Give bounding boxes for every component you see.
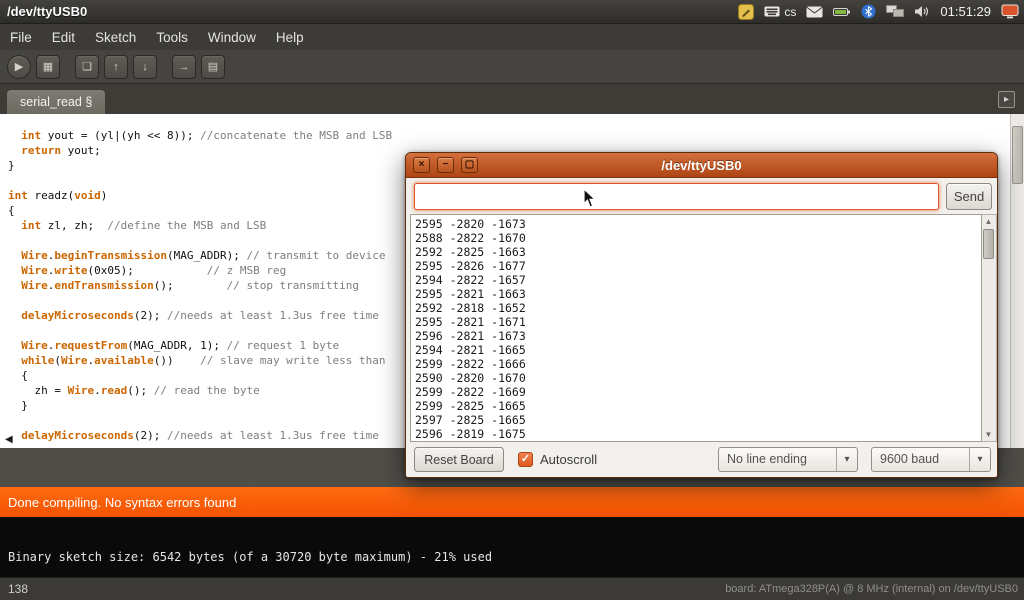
chevron-down-icon: ▾	[969, 448, 990, 471]
upload-button[interactable]: →	[172, 55, 196, 79]
stop-button[interactable]: ▦	[36, 55, 60, 79]
stop-icon: ▦	[43, 60, 53, 73]
new-file-icon: ❏	[82, 60, 92, 73]
arrow-down-icon: ↓	[142, 61, 148, 73]
serial-data-line: 2595 -2820 -1673	[415, 217, 981, 231]
serial-data-line: 2594 -2821 -1665	[415, 343, 981, 357]
send-button[interactable]: Send	[946, 183, 992, 210]
serial-data-line: 2588 -2822 -1670	[415, 231, 981, 245]
session-menu-icon[interactable]	[1001, 4, 1019, 19]
check-icon: ✓	[521, 454, 530, 465]
panel-window-title: /dev/ttyUSB0	[0, 4, 87, 19]
keyboard-layout-label: cs	[784, 5, 796, 19]
chevron-down-icon: ▾	[836, 448, 857, 471]
input-method-icon[interactable]	[738, 4, 754, 20]
baud-rate-select[interactable]: 9600 baud ▾	[871, 447, 991, 472]
console-text: Binary sketch size: 6542 bytes (of a 307…	[8, 550, 1016, 564]
verify-button[interactable]: ▶	[7, 55, 31, 79]
serial-data-line: 2594 -2822 -1657	[415, 273, 981, 287]
serial-data-line: 2592 -2825 -1663	[415, 245, 981, 259]
open-button[interactable]: ↑	[104, 55, 128, 79]
serial-monitor-window: × − ▢ /dev/ttyUSB0 Send 2595 -2820 -1673…	[405, 152, 998, 478]
serial-monitor-title: /dev/ttyUSB0	[661, 158, 741, 173]
serial-data-line: 2597 -2825 -1665	[415, 413, 981, 427]
line-ending-value: No line ending	[719, 448, 807, 471]
scrollbar-handle[interactable]	[983, 229, 994, 259]
serial-data-line: 2599 -2822 -1669	[415, 385, 981, 399]
tab-serial-read[interactable]: serial_read §	[7, 90, 105, 114]
toolbar: ▶ ▦ ❏ ↑ ↓ → ▤	[0, 50, 1024, 84]
serial-data-line: 2592 -2818 -1652	[415, 301, 981, 315]
tab-menu-button[interactable]: ▸	[998, 91, 1015, 108]
serial-monitor-button[interactable]: ▤	[201, 55, 225, 79]
serial-data-line: 2596 -2819 -1675	[415, 427, 981, 441]
arrow-up-icon: ↑	[113, 61, 119, 73]
serial-output[interactable]: 2595 -2820 -16732588 -2822 -16702592 -28…	[410, 214, 982, 442]
arrow-right-icon: →	[179, 61, 190, 73]
tab-bar: serial_read § ▸	[0, 84, 1024, 114]
editor-scrollbar-handle[interactable]	[1012, 126, 1023, 184]
messaging-menu-icon[interactable]	[806, 6, 823, 18]
serial-data-line: 2595 -2826 -1677	[415, 259, 981, 273]
keyboard-layout-indicator[interactable]: cs	[764, 5, 796, 19]
autoscroll-label: Autoscroll	[540, 447, 597, 472]
network-icon[interactable]	[886, 5, 904, 18]
window-controls: × − ▢	[413, 157, 478, 173]
scrollbar-up-icon[interactable]: ▲	[982, 215, 995, 228]
serial-data-line: 2595 -2821 -1663	[415, 287, 981, 301]
play-icon: ▶	[15, 60, 23, 73]
editor-scrollbar[interactable]	[1010, 114, 1024, 448]
line-number: 138	[8, 582, 28, 596]
battery-icon[interactable]	[833, 7, 851, 17]
desktop: /dev/ttyUSB0 cs 01:5	[0, 0, 1024, 600]
compile-status-bar: Done compiling. No syntax errors found	[0, 487, 1024, 517]
save-button[interactable]: ↓	[133, 55, 157, 79]
tab-label: serial_read §	[20, 95, 92, 109]
status-footer: 138 board: ATmega328P(A) @ 8 MHz (intern…	[0, 577, 1024, 600]
serial-send-input[interactable]	[414, 183, 939, 210]
console-output: Binary sketch size: 6542 bytes (of a 307…	[0, 517, 1024, 577]
serial-data-line: 2599 -2825 -1665	[415, 399, 981, 413]
menu-item-window[interactable]: Window	[198, 26, 266, 49]
serial-data-line: 2596 -2821 -1673	[415, 329, 981, 343]
maximize-icon[interactable]: ▢	[461, 157, 478, 173]
menu-item-file[interactable]: File	[0, 26, 42, 49]
mouse-cursor	[583, 188, 597, 209]
bluetooth-icon[interactable]	[861, 4, 876, 19]
menu-item-tools[interactable]: Tools	[146, 26, 198, 49]
top-panel: /dev/ttyUSB0 cs 01:5	[0, 0, 1024, 24]
serial-data-line: 2595 -2821 -1671	[415, 315, 981, 329]
clock[interactable]: 01:51:29	[940, 4, 991, 19]
menu-bar: FileEditSketchToolsWindowHelp	[0, 24, 1024, 50]
volume-icon[interactable]	[914, 5, 930, 18]
menu-item-help[interactable]: Help	[266, 26, 314, 49]
scrollbar-down-icon[interactable]: ▼	[982, 428, 995, 441]
serial-lines: 2595 -2820 -16732588 -2822 -16702592 -28…	[415, 217, 981, 441]
line-ending-select[interactable]: No line ending ▾	[718, 447, 858, 472]
board-info: board: ATmega328P(A) @ 8 MHz (internal) …	[725, 583, 1018, 595]
code-line: int yout = (yl|(yh << 8)); //concatenate…	[8, 128, 1024, 143]
serial-data-line: 2590 -2820 -1670	[415, 371, 981, 385]
system-tray: cs 01:51:29	[738, 4, 1024, 20]
menu-item-sketch[interactable]: Sketch	[85, 26, 146, 49]
autoscroll-checkbox[interactable]: ✓	[518, 452, 533, 467]
serial-output-scrollbar[interactable]: ▲ ▼	[982, 214, 997, 442]
serial-monitor-titlebar[interactable]: × − ▢ /dev/ttyUSB0	[406, 153, 997, 178]
menu-item-edit[interactable]: Edit	[42, 26, 85, 49]
close-icon[interactable]: ×	[413, 157, 430, 173]
monitor-icon: ▤	[208, 60, 218, 73]
keyboard-icon	[764, 6, 780, 17]
minimize-icon[interactable]: −	[437, 157, 454, 173]
compile-status-message: Done compiling. No syntax errors found	[8, 495, 236, 510]
serial-data-line: 2599 -2822 -1666	[415, 357, 981, 371]
reset-board-button[interactable]: Reset Board	[414, 447, 504, 472]
scroll-left-icon[interactable]: ◀	[5, 434, 13, 445]
new-sketch-button[interactable]: ❏	[75, 55, 99, 79]
baud-rate-value: 9600 baud	[872, 448, 939, 471]
tab-menu-arrow-icon: ▸	[1004, 94, 1009, 105]
